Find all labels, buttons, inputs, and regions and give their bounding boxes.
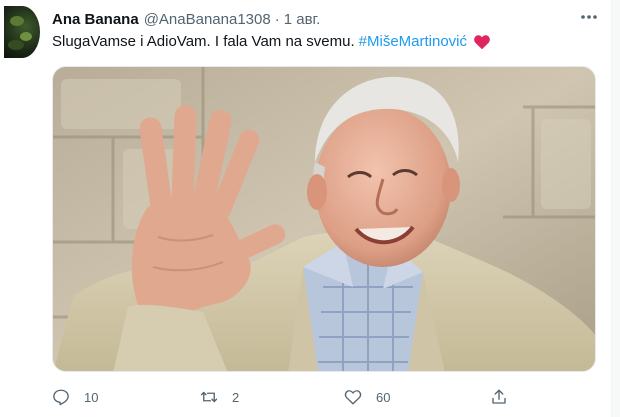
author-display-name[interactable]: Ana Banana: [52, 11, 139, 28]
header-separator: ·: [274, 10, 280, 28]
reply-icon: [53, 389, 69, 406]
tweet-actions: 10 2 60: [52, 384, 512, 410]
retweet-icon: [200, 391, 218, 403]
avatar-foliage: [10, 16, 24, 26]
photo-illustration: [53, 67, 595, 371]
reply-button[interactable]: 10: [52, 384, 98, 410]
more-options-button[interactable]: [578, 8, 600, 26]
tweet-date[interactable]: 1 авг.: [284, 11, 321, 28]
reply-count: 10: [84, 389, 99, 405]
like-count: 60: [376, 389, 391, 405]
scroll-edge: [611, 0, 620, 417]
share-button[interactable]: [490, 384, 508, 410]
hashtag-link[interactable]: #MišeMartinović: [359, 33, 467, 50]
avatar-foliage: [8, 40, 24, 50]
retweet-button[interactable]: 2: [200, 384, 239, 410]
tweet-header: Ana Banana @AnaBanana1308 · 1 авг.: [52, 9, 320, 29]
like-button[interactable]: 60: [344, 384, 390, 410]
tweet-body: SlugaVamse i AdioVam. I fala Vam na svem…: [52, 33, 355, 50]
avatar-foliage: [20, 32, 32, 41]
author-handle[interactable]: @AnaBanana1308: [144, 11, 271, 28]
ellipsis-icon: [581, 15, 597, 19]
retweet-count: 2: [232, 389, 240, 405]
tweet[interactable]: Ana Banana @AnaBanana1308 · 1 авг. Sluga…: [0, 0, 620, 417]
author-avatar[interactable]: [4, 6, 40, 58]
tweet-photo[interactable]: [52, 66, 596, 372]
heart-outline-icon: [344, 390, 362, 405]
share-icon: [492, 389, 506, 404]
red-heart-icon: [474, 34, 490, 49]
tweet-text: SlugaVamse i AdioVam. I fala Vam na svem…: [52, 33, 491, 50]
